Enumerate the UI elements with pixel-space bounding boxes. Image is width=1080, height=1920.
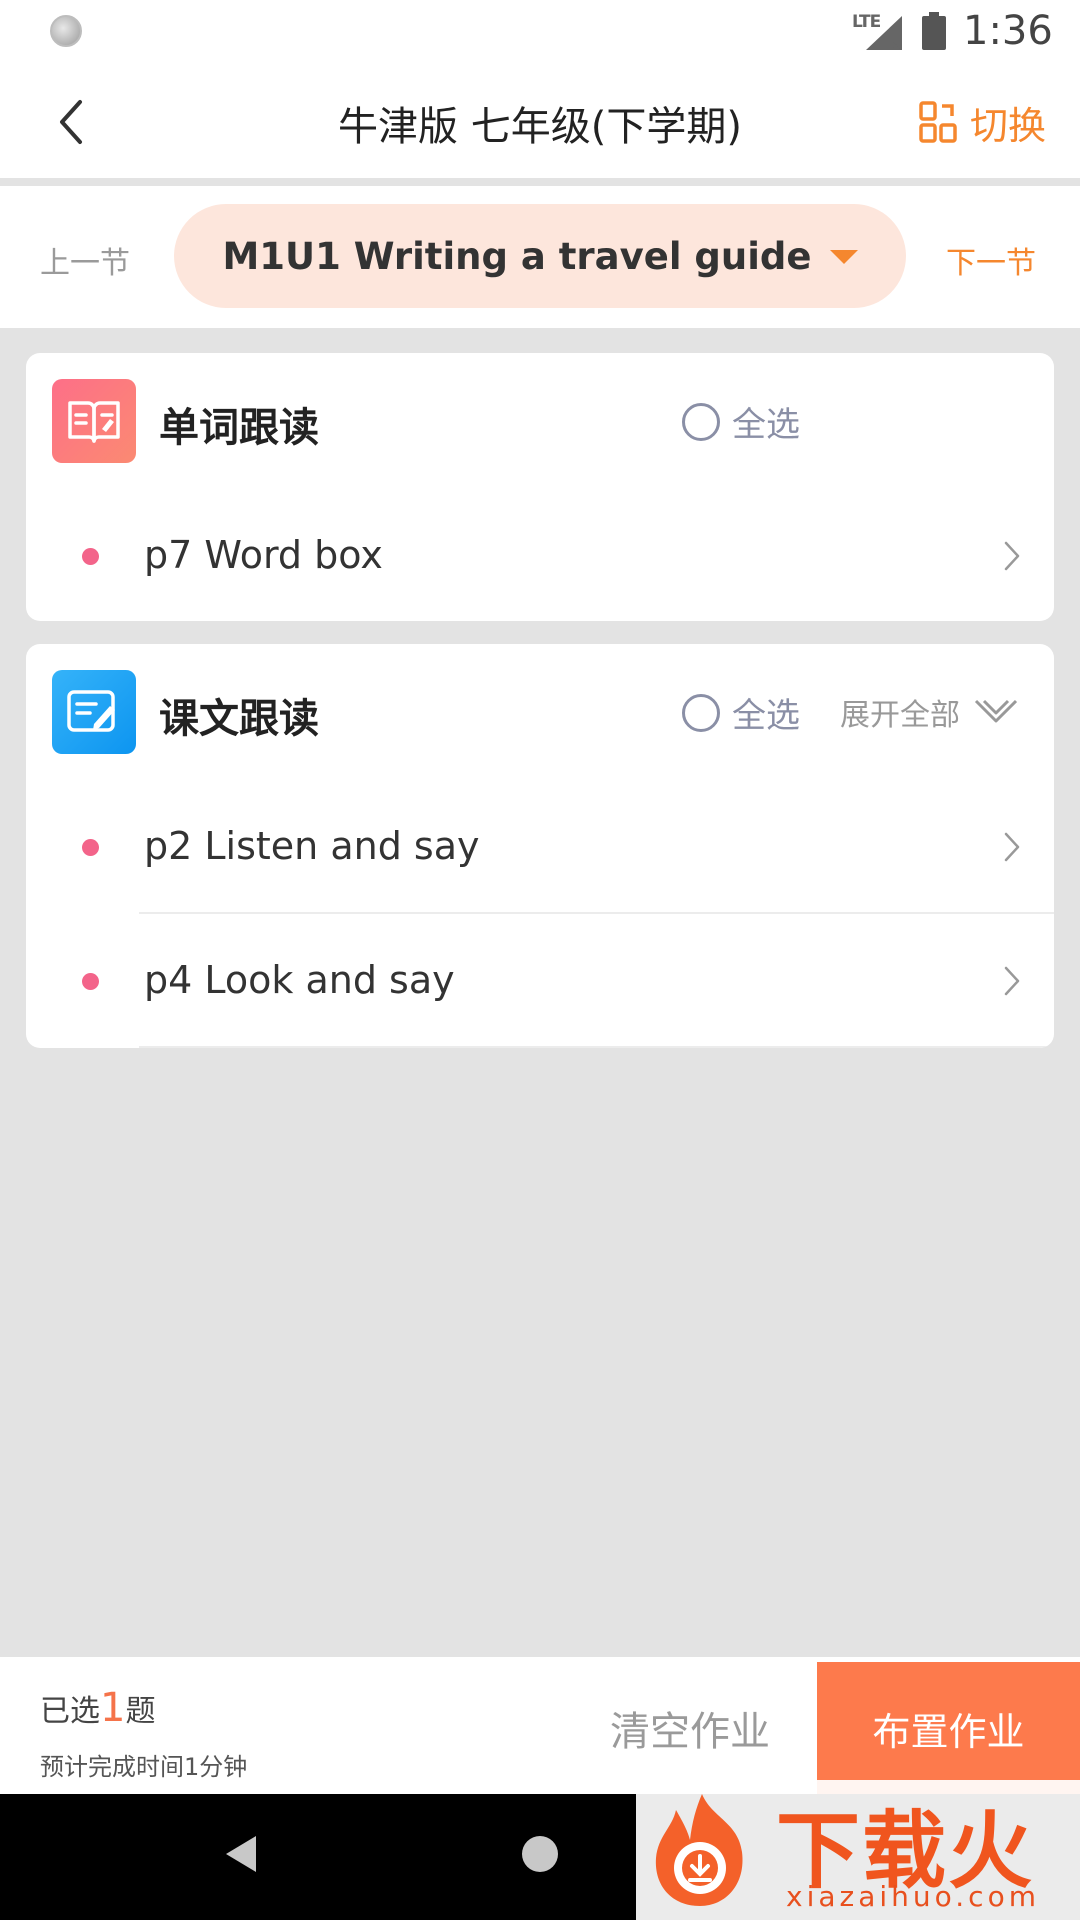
estimated-time: 预计完成时间1分钟	[40, 1753, 248, 1781]
select-all-toggle[interactable]: 全选	[682, 397, 800, 446]
select-all-label: 全选	[732, 696, 800, 736]
svg-text:×: ×	[890, 38, 902, 52]
prev-section-button[interactable]: 上一节	[40, 238, 130, 282]
list-item[interactable]: p7 Word box	[26, 489, 1054, 621]
next-section-button[interactable]: 下一节	[946, 238, 1036, 282]
selected-number: 1	[100, 1685, 126, 1731]
selected-count: 已选1题	[40, 1685, 155, 1731]
nav-back-icon[interactable]	[226, 1836, 256, 1872]
item-label: p4 Look and say	[144, 958, 455, 1002]
double-chevron-down-icon	[974, 699, 1018, 723]
flame-logo-icon	[655, 1794, 743, 1906]
section-nav: 上一节 M1U1 Writing a travel guide 下一节	[0, 186, 1080, 328]
radio-icon	[682, 402, 720, 441]
chevron-right-icon	[1004, 832, 1020, 862]
header: 牛津版 七年级(下学期) 切换	[0, 64, 1080, 178]
clock: 1:36	[963, 8, 1053, 54]
edit-note-icon	[52, 670, 136, 754]
caret-down-icon	[829, 250, 858, 264]
radio-icon	[682, 693, 720, 732]
selected-prefix: 已选	[40, 1694, 100, 1729]
card-header: 课文跟读 全选 展开全部	[26, 644, 1054, 780]
select-all-label: 全选	[732, 405, 800, 445]
card-title: 课文跟读	[159, 696, 319, 742]
status-bar: LTE × 1:36	[0, 0, 1080, 64]
expand-all-button[interactable]: 展开全部	[840, 690, 1020, 734]
item-label: p2 Listen and say	[144, 824, 480, 868]
nav-home-icon[interactable]	[522, 1836, 558, 1872]
switch-label: 切换	[970, 103, 1047, 148]
battery-icon	[922, 12, 946, 50]
chevron-right-icon	[1004, 541, 1020, 571]
bullet-dot	[82, 548, 99, 565]
book-icon	[52, 379, 136, 463]
switch-button[interactable]: 切换	[918, 94, 1046, 150]
sync-icon	[50, 15, 82, 47]
chevron-right-icon	[1004, 966, 1020, 996]
bullet-dot	[82, 839, 99, 856]
signal-icon: ×	[866, 16, 902, 52]
switch-icon	[919, 101, 957, 143]
list-item[interactable]: p2 Listen and say	[26, 780, 1054, 914]
item-label: p7 Word box	[144, 533, 383, 577]
card-header: 单词跟读 全选	[26, 353, 1054, 489]
bullet-dot	[82, 973, 99, 990]
watermark: 下载火 xiazaihuo.com	[636, 1780, 1080, 1920]
section-selector[interactable]: M1U1 Writing a travel guide	[174, 204, 906, 308]
select-all-toggle[interactable]: 全选	[682, 688, 800, 737]
bottom-bar: 已选1题 预计完成时间1分钟 清空作业 布置作业	[0, 1657, 1080, 1794]
word-reading-card: 单词跟读 全选 p7 Word box	[26, 353, 1054, 621]
assign-homework-button[interactable]: 布置作业	[817, 1662, 1080, 1794]
divider	[139, 1046, 1054, 1048]
clear-homework-button[interactable]: 清空作业	[610, 1699, 770, 1757]
current-section-label: M1U1 Writing a travel guide	[222, 234, 812, 278]
list-item[interactable]: p4 Look and say	[26, 914, 1054, 1048]
text-reading-card: 课文跟读 全选 展开全部 p2 Listen and say p4 Look a…	[26, 644, 1054, 1048]
card-title: 单词跟读	[159, 405, 319, 451]
watermark-domain: xiazaihuo.com	[786, 1880, 1040, 1913]
expand-all-label: 展开全部	[840, 698, 960, 733]
selected-suffix: 题	[125, 1694, 156, 1729]
